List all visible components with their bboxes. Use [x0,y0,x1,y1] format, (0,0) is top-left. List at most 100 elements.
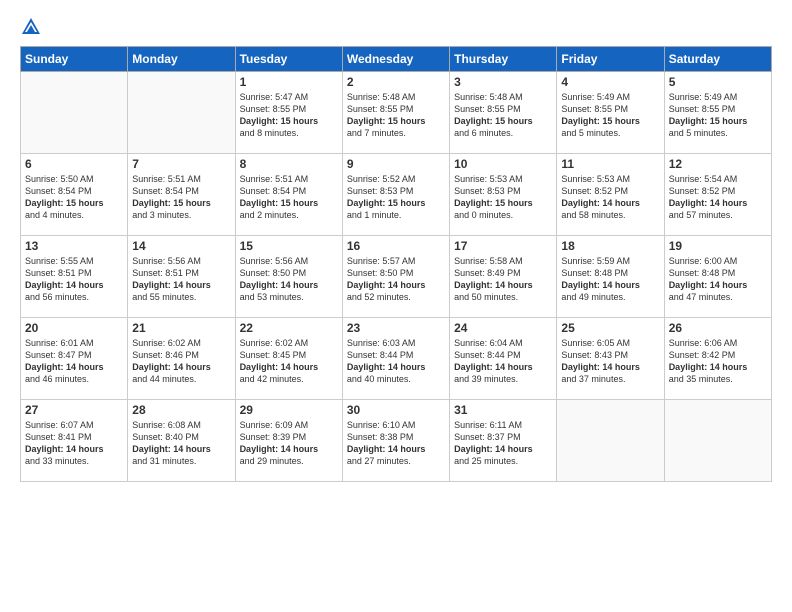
logo-icon [20,16,42,38]
calendar-cell: 12 Sunrise: 5:54 AMSunset: 8:52 PMDayligh… [664,154,771,236]
calendar-cell: 6Sunrise: 5:50 AMSunset: 8:54 PMDaylight… [21,154,128,236]
calendar-cell: 15Sunrise: 5:56 AMSunset: 8:50 PMDayligh… [235,236,342,318]
calendar-cell: 18 Sunrise: 5:59 AMSunset: 8:48 PMDayligh… [557,236,664,318]
cell-content: Sunrise: 5:47 AMSunset: 8:55 PMDaylight:… [240,91,338,140]
cell-content: Sunrise: 6:04 AMSunset: 8:44 PMDaylight:… [454,337,552,386]
day-number: 12 [669,157,767,171]
day-number: 15 [240,239,338,253]
cell-content: Sunrise: 6:11 AMSunset: 8:37 PMDaylight:… [454,419,552,468]
day-number: 20 [25,321,123,335]
calendar-cell: 9 Sunrise: 5:52 AMSunset: 8:53 PMDaylight… [342,154,449,236]
calendar-header-thursday: Thursday [450,47,557,72]
cell-content: Sunrise: 5:55 AMSunset: 8:51 PMDaylight:… [25,255,123,304]
day-number: 17 [454,239,552,253]
calendar-cell [128,72,235,154]
logo [20,16,46,38]
cell-content: Sunrise: 5:58 AMSunset: 8:49 PMDaylight:… [454,255,552,304]
calendar-cell: 16Sunrise: 5:57 AMSunset: 8:50 PMDayligh… [342,236,449,318]
cell-content: Sunrise: 6:07 AMSunset: 8:41 PMDaylight:… [25,419,123,468]
cell-content: Sunrise: 5:51 AMSunset: 8:54 PMDaylight:… [132,173,230,222]
calendar-cell: 2Sunrise: 5:48 AMSunset: 8:55 PMDaylight… [342,72,449,154]
calendar-header-friday: Friday [557,47,664,72]
cell-content: Sunrise: 5:49 AMSunset: 8:55 PMDaylight:… [669,91,767,140]
day-number: 9 [347,157,445,171]
day-number: 18 [561,239,659,253]
calendar-header-monday: Monday [128,47,235,72]
calendar-week-2: 6Sunrise: 5:50 AMSunset: 8:54 PMDaylight… [21,154,772,236]
day-number: 30 [347,403,445,417]
cell-content: Sunrise: 5:48 AMSunset: 8:55 PMDaylight:… [347,91,445,140]
calendar-cell [557,400,664,482]
day-number: 7 [132,157,230,171]
day-number: 28 [132,403,230,417]
calendar-cell [664,400,771,482]
calendar-cell: 4 Sunrise: 5:49 AMSunset: 8:55 PMDaylight… [557,72,664,154]
calendar-header-sunday: Sunday [21,47,128,72]
calendar-table: SundayMondayTuesdayWednesdayThursdayFrid… [20,46,772,482]
cell-content: Sunrise: 5:52 AMSunset: 8:53 PMDaylight:… [347,173,445,222]
cell-content: Sunrise: 5:59 AMSunset: 8:48 PMDaylight:… [561,255,659,304]
day-number: 29 [240,403,338,417]
calendar-week-3: 13 Sunrise: 5:55 AMSunset: 8:51 PMDayligh… [21,236,772,318]
calendar-cell: 27 Sunrise: 6:07 AMSunset: 8:41 PMDayligh… [21,400,128,482]
day-number: 3 [454,75,552,89]
cell-content: Sunrise: 5:48 AMSunset: 8:55 PMDaylight:… [454,91,552,140]
calendar-cell: 13 Sunrise: 5:55 AMSunset: 8:51 PMDayligh… [21,236,128,318]
day-number: 13 [25,239,123,253]
cell-content: Sunrise: 6:02 AMSunset: 8:45 PMDaylight:… [240,337,338,386]
calendar-cell: 14Sunrise: 5:56 AMSunset: 8:51 PMDayligh… [128,236,235,318]
calendar-week-4: 20 Sunrise: 6:01 AMSunset: 8:47 PMDayligh… [21,318,772,400]
calendar-cell: 24Sunrise: 6:04 AMSunset: 8:44 PMDayligh… [450,318,557,400]
calendar-cell: 23 Sunrise: 6:03 AMSunset: 8:44 PMDayligh… [342,318,449,400]
day-number: 27 [25,403,123,417]
day-number: 11 [561,157,659,171]
day-number: 19 [669,239,767,253]
calendar-cell: 26 Sunrise: 6:06 AMSunset: 8:42 PMDayligh… [664,318,771,400]
cell-content: Sunrise: 6:05 AMSunset: 8:43 PMDaylight:… [561,337,659,386]
cell-content: Sunrise: 6:08 AMSunset: 8:40 PMDaylight:… [132,419,230,468]
cell-content: Sunrise: 6:10 AMSunset: 8:38 PMDaylight:… [347,419,445,468]
day-number: 25 [561,321,659,335]
cell-content: Sunrise: 5:54 AMSunset: 8:52 PMDaylight:… [669,173,767,222]
calendar-cell: 11 Sunrise: 5:53 AMSunset: 8:52 PMDayligh… [557,154,664,236]
cell-content: Sunrise: 6:01 AMSunset: 8:47 PMDaylight:… [25,337,123,386]
page: SundayMondayTuesdayWednesdayThursdayFrid… [0,0,792,612]
cell-content: Sunrise: 5:56 AMSunset: 8:51 PMDaylight:… [132,255,230,304]
day-number: 23 [347,321,445,335]
calendar-cell: 19 Sunrise: 6:00 AMSunset: 8:48 PMDayligh… [664,236,771,318]
cell-content: Sunrise: 5:53 AMSunset: 8:52 PMDaylight:… [561,173,659,222]
day-number: 31 [454,403,552,417]
calendar-cell: 21 Sunrise: 6:02 AMSunset: 8:46 PMDayligh… [128,318,235,400]
cell-content: Sunrise: 6:03 AMSunset: 8:44 PMDaylight:… [347,337,445,386]
day-number: 8 [240,157,338,171]
cell-content: Sunrise: 6:00 AMSunset: 8:48 PMDaylight:… [669,255,767,304]
calendar-header-wednesday: Wednesday [342,47,449,72]
cell-content: Sunrise: 6:09 AMSunset: 8:39 PMDaylight:… [240,419,338,468]
cell-content: Sunrise: 6:06 AMSunset: 8:42 PMDaylight:… [669,337,767,386]
calendar-cell [21,72,128,154]
calendar-week-1: 1Sunrise: 5:47 AMSunset: 8:55 PMDaylight… [21,72,772,154]
calendar-cell: 20 Sunrise: 6:01 AMSunset: 8:47 PMDayligh… [21,318,128,400]
cell-content: Sunrise: 5:53 AMSunset: 8:53 PMDaylight:… [454,173,552,222]
day-number: 21 [132,321,230,335]
calendar-cell: 5Sunrise: 5:49 AMSunset: 8:55 PMDaylight… [664,72,771,154]
cell-content: Sunrise: 6:02 AMSunset: 8:46 PMDaylight:… [132,337,230,386]
calendar-cell: 3 Sunrise: 5:48 AMSunset: 8:55 PMDaylight… [450,72,557,154]
calendar-cell: 29 Sunrise: 6:09 AMSunset: 8:39 PMDayligh… [235,400,342,482]
day-number: 10 [454,157,552,171]
day-number: 22 [240,321,338,335]
calendar-cell: 31 Sunrise: 6:11 AMSunset: 8:37 PMDayligh… [450,400,557,482]
calendar-header-tuesday: Tuesday [235,47,342,72]
calendar-cell: 7 Sunrise: 5:51 AMSunset: 8:54 PMDaylight… [128,154,235,236]
calendar-cell: 30 Sunrise: 6:10 AMSunset: 8:38 PMDayligh… [342,400,449,482]
cell-content: Sunrise: 5:49 AMSunset: 8:55 PMDaylight:… [561,91,659,140]
day-number: 4 [561,75,659,89]
day-number: 6 [25,157,123,171]
calendar-cell: 22 Sunrise: 6:02 AMSunset: 8:45 PMDayligh… [235,318,342,400]
day-number: 26 [669,321,767,335]
calendar-cell: 8 Sunrise: 5:51 AMSunset: 8:54 PMDaylight… [235,154,342,236]
cell-content: Sunrise: 5:51 AMSunset: 8:54 PMDaylight:… [240,173,338,222]
calendar-week-5: 27 Sunrise: 6:07 AMSunset: 8:41 PMDayligh… [21,400,772,482]
day-number: 16 [347,239,445,253]
header [20,16,772,38]
